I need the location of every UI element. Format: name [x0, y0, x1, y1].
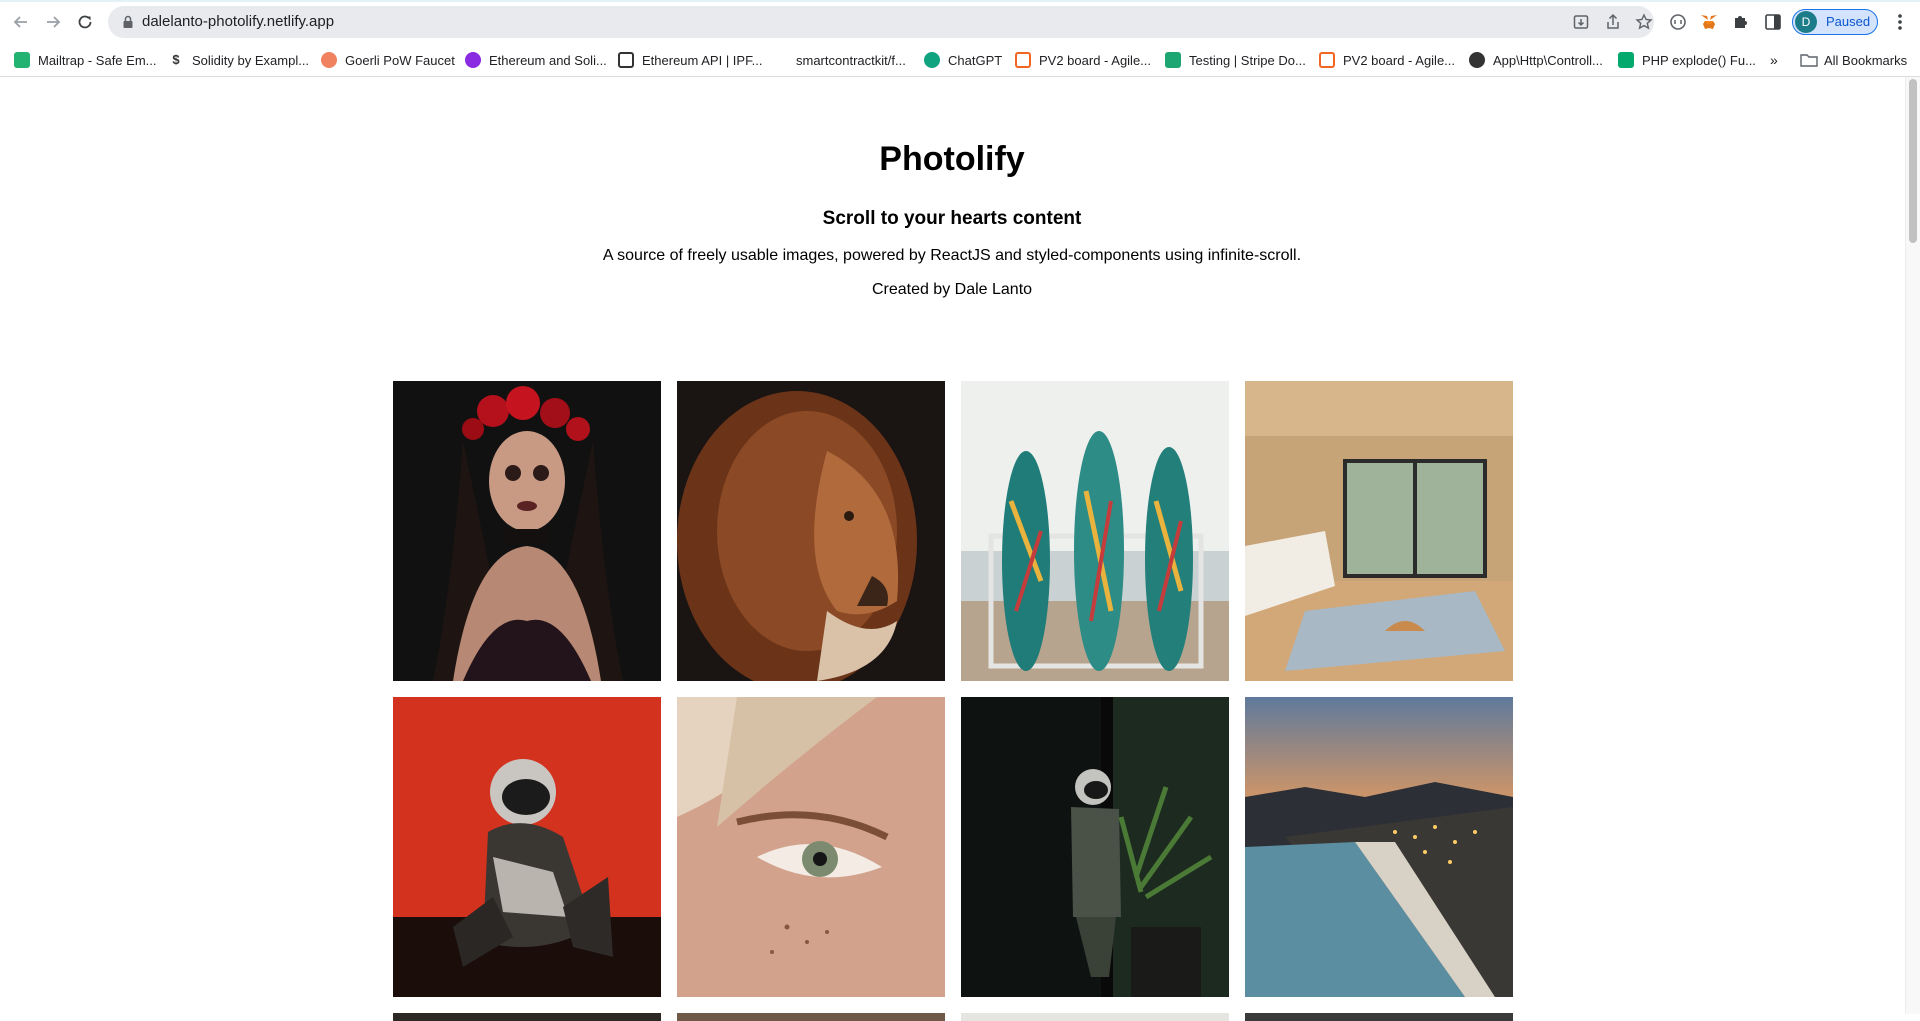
drop-icon — [321, 52, 337, 68]
gallery-image[interactable] — [1245, 1013, 1513, 1021]
page-credit: Created by Dale Lanto — [871, 281, 1033, 298]
all-bookmarks-button[interactable]: All Bookmarks — [1800, 44, 1907, 76]
bookmark-item[interactable]: Mailtrap - Safe Em... — [14, 44, 156, 76]
bookmark-label: Goerli PoW Faucet — [345, 52, 455, 68]
bookmark-label: Ethereum API | IPF... — [642, 52, 763, 68]
photo-astronaut-dark-room — [961, 697, 1229, 997]
infura-icon — [618, 52, 634, 68]
page-subtitle: Scroll to your hearts content — [822, 208, 1082, 229]
bookmark-star-icon[interactable] — [1635, 13, 1653, 31]
w3schools-icon — [1618, 52, 1634, 68]
gallery-image[interactable] — [393, 697, 661, 997]
photo-woman-eye-closeup — [677, 697, 945, 997]
gallery-image[interactable] — [677, 381, 945, 681]
page-content: Photolify Scroll to your hearts content … — [0, 77, 1904, 1021]
url-text[interactable]: dalelanto-photolify.netlify.app — [142, 13, 334, 30]
bookmark-item[interactable]: Testing | Stripe Do... — [1165, 44, 1306, 76]
bookmark-label: Solidity by Exampl... — [192, 52, 310, 68]
photo-coastline-dusk — [1245, 697, 1513, 997]
install-app-icon[interactable] — [1572, 13, 1590, 31]
more-bookmarks-button[interactable]: » — [1770, 52, 1778, 68]
site-info-icon[interactable] — [120, 14, 136, 30]
back-button[interactable] — [8, 9, 34, 35]
bookmark-label: Ethereum and Soli... — [489, 52, 607, 68]
reload-button[interactable] — [72, 9, 98, 35]
share-icon[interactable] — [1604, 13, 1622, 31]
profile-button[interactable]: D Paused — [1792, 9, 1878, 35]
gallery-image[interactable] — [677, 1013, 945, 1021]
github-icon — [772, 52, 788, 68]
bookmark-item[interactable]: PV2 board - Agile... — [1015, 44, 1151, 76]
reload-icon — [78, 15, 92, 29]
bookmark-label: ChatGPT — [948, 52, 1003, 68]
gallery-image[interactable] — [1245, 381, 1513, 681]
profile-avatar: D — [1795, 11, 1817, 33]
gallery-image[interactable] — [961, 1013, 1229, 1021]
back-arrow-icon — [13, 16, 27, 28]
dollar-icon: $ — [172, 52, 180, 67]
photo-surfboards-beach — [961, 381, 1229, 681]
metamask-fox-icon[interactable] — [1699, 12, 1719, 32]
browser-toolbar: dalelanto-photolify.netlify.app D Paused — [0, 0, 1920, 44]
bookmark-label: PV2 board - Agile... — [1343, 52, 1456, 68]
page-description: A source of freely usable images, powere… — [602, 247, 1302, 264]
bookmark-label: Testing | Stripe Do... — [1189, 52, 1306, 68]
bookmark-item[interactable]: App\Http\Controll... — [1469, 44, 1603, 76]
chatgpt-icon — [924, 52, 940, 68]
page-title: Photolify — [879, 140, 1025, 178]
scrollbar-thumb[interactable] — [1909, 79, 1917, 243]
gallery-image[interactable] — [393, 381, 661, 681]
bookmark-label: PHP explode() Fu... — [1642, 52, 1756, 68]
bookmark-label: Mailtrap - Safe Em... — [38, 52, 157, 68]
profile-status: Paused — [1826, 14, 1871, 29]
globe-icon — [1469, 52, 1485, 68]
ethereum-icon — [465, 52, 481, 68]
photo-lion-portrait — [677, 381, 945, 681]
bookmark-label: App\Http\Controll... — [1493, 52, 1603, 68]
stripe-icon — [1165, 52, 1181, 68]
bookmark-item[interactable]: ChatGPT — [924, 44, 1002, 76]
bookmark-item[interactable]: $ Solidity by Exampl... — [168, 44, 309, 76]
extensions-puzzle-icon[interactable] — [1731, 12, 1751, 32]
bookmark-item[interactable]: Ethereum API | IPF... — [618, 44, 762, 76]
side-panel-icon[interactable] — [1763, 12, 1783, 32]
gallery-image[interactable] — [677, 697, 945, 997]
loading-bar — [0, 0, 1920, 2]
photo-astronaut-red — [393, 697, 661, 997]
bookmark-item[interactable]: PHP explode() Fu... — [1618, 44, 1756, 76]
extension-circle-icon[interactable] — [1668, 12, 1688, 32]
bookmark-item[interactable]: Goerli PoW Faucet — [321, 44, 455, 76]
gallery-image[interactable] — [961, 381, 1229, 681]
all-bookmarks-label: All Bookmarks — [1824, 52, 1908, 68]
bookmark-label: PV2 board - Agile... — [1039, 52, 1152, 68]
gallery-image[interactable] — [393, 1013, 661, 1021]
bookmark-item[interactable]: Ethereum and Soli... — [465, 44, 607, 76]
pivotal-icon — [1319, 52, 1335, 68]
bookmarks-bar: Mailtrap - Safe Em... $ Solidity by Examp… — [0, 44, 1920, 77]
bookmark-label: smartcontractkit/f... — [796, 52, 906, 68]
forward-arrow-icon — [47, 16, 61, 28]
folder-icon — [1800, 54, 1818, 67]
mailtrap-icon — [14, 52, 30, 68]
gallery-image[interactable] — [961, 697, 1229, 997]
bookmark-item[interactable]: PV2 board - Agile... — [1319, 44, 1455, 76]
bookmark-item[interactable]: smartcontractkit/f... — [772, 44, 906, 76]
gallery-image[interactable] — [1245, 697, 1513, 997]
kebab-menu-icon[interactable] — [1893, 11, 1907, 33]
address-bar[interactable]: dalelanto-photolify.netlify.app — [108, 6, 1654, 38]
pivotal-icon — [1015, 52, 1031, 68]
forward-button[interactable] — [40, 9, 66, 35]
photo-woman-skull-makeup — [393, 381, 661, 681]
page-scrollbar[interactable] — [1905, 77, 1920, 1014]
photo-wooden-living-room — [1245, 381, 1513, 681]
